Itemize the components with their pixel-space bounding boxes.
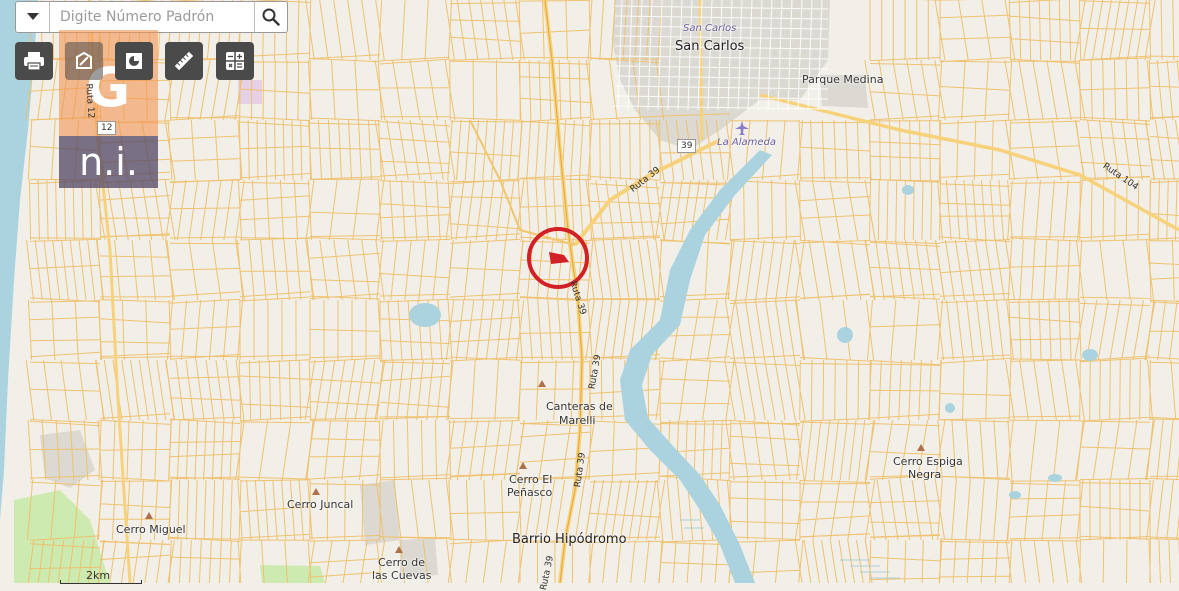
search-icon bbox=[262, 8, 280, 26]
peak-icon bbox=[917, 444, 925, 451]
calculator-button[interactable] bbox=[216, 42, 254, 80]
label-san-carlos-small: San Carlos bbox=[683, 22, 736, 35]
peak-icon bbox=[312, 488, 320, 495]
label-san-carlos: San Carlos bbox=[675, 40, 744, 53]
road-shield-12: 12 bbox=[97, 121, 116, 135]
print-icon bbox=[23, 51, 45, 71]
peak-icon bbox=[519, 462, 527, 469]
measure-button[interactable] bbox=[165, 42, 203, 80]
calculator-icon bbox=[224, 50, 246, 72]
layers-icon bbox=[123, 50, 145, 72]
print-button[interactable] bbox=[15, 42, 53, 80]
logo-ni-text: n.i. bbox=[59, 136, 158, 188]
layers-button[interactable] bbox=[115, 42, 153, 80]
label-barrio-hipodromo: Barrio Hipódromo bbox=[512, 533, 627, 546]
search-button[interactable] bbox=[254, 2, 287, 32]
label-espiga-1: Cerro Espiga bbox=[893, 455, 963, 468]
peak-icon bbox=[145, 512, 153, 519]
label-cerro-de-1: Cerro de bbox=[378, 556, 425, 569]
caret-down-icon bbox=[27, 13, 39, 21]
measure-icon bbox=[172, 49, 196, 73]
identify-icon bbox=[74, 51, 94, 71]
label-canteras-1: Canteras de bbox=[546, 400, 613, 413]
label-parque-medina: Parque Medina bbox=[802, 73, 883, 86]
label-canteras-2: Marelli bbox=[559, 414, 595, 427]
peak-icon bbox=[538, 380, 546, 387]
dropdown-button[interactable] bbox=[16, 2, 50, 32]
label-espiga-2: Negra bbox=[908, 468, 941, 481]
scale-bar bbox=[60, 580, 142, 584]
peak-icon bbox=[395, 546, 403, 553]
search-box bbox=[15, 1, 288, 33]
label-cerro-juncal: Cerro Juncal bbox=[287, 498, 353, 511]
map-canvas[interactable] bbox=[0, 0, 1179, 583]
search-input[interactable] bbox=[50, 3, 254, 31]
label-cerro-de-2: las Cuevas bbox=[372, 569, 431, 582]
identify-button[interactable] bbox=[65, 42, 103, 80]
label-cerro-miguel: Cerro Miguel bbox=[116, 523, 186, 536]
road-shield-39: 39 bbox=[677, 139, 696, 153]
label-la-alameda: La Alameda bbox=[717, 136, 776, 149]
label-cerro-el-2: Peñasco bbox=[507, 486, 552, 499]
label-cerro-el-1: Cerro El bbox=[509, 473, 552, 486]
